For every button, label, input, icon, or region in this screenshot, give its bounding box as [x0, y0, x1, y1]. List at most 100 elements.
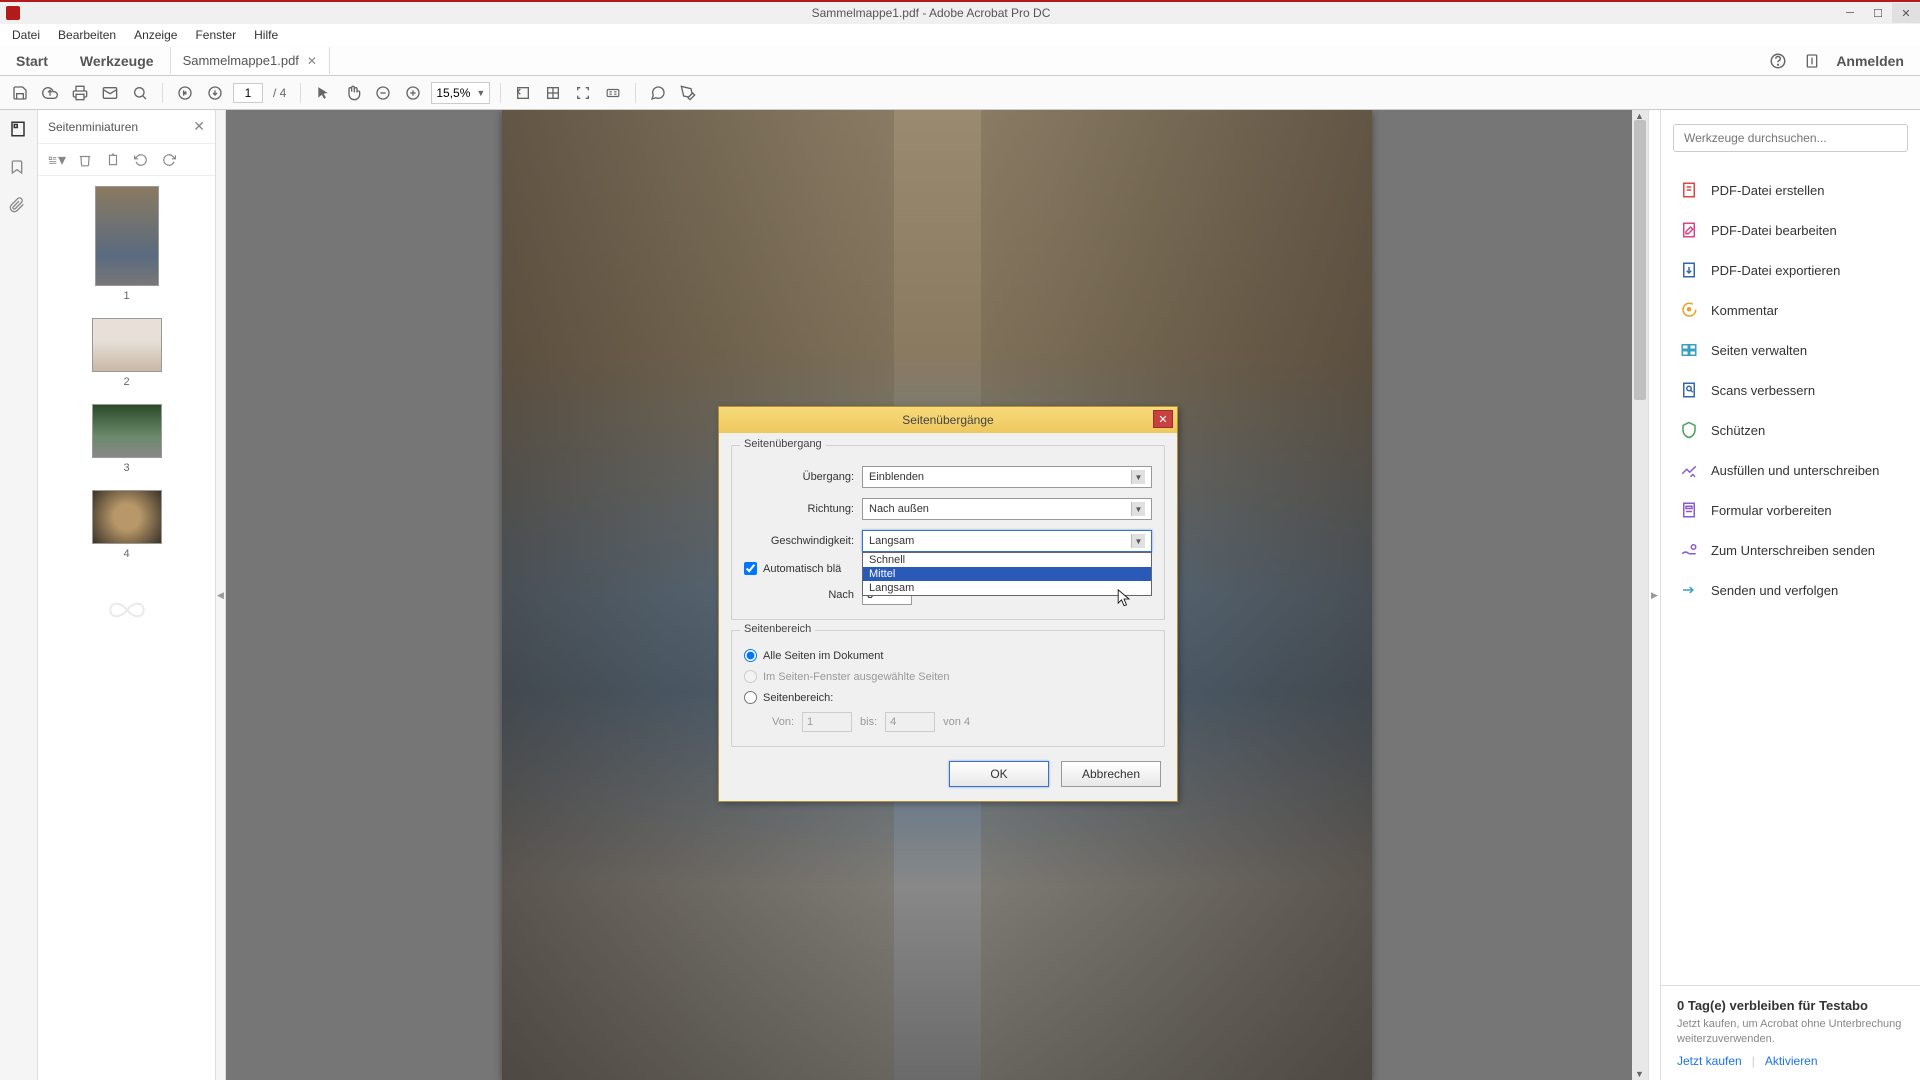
tool-item-pdf-datei-bearbeiten[interactable]: PDF-Datei bearbeiten — [1661, 210, 1920, 250]
tool-label: PDF-Datei erstellen — [1711, 183, 1824, 198]
tool-icon — [1679, 500, 1699, 520]
next-page-icon[interactable] — [203, 81, 227, 105]
cloud-icon[interactable] — [38, 81, 62, 105]
close-tab-icon[interactable]: ✕ — [307, 54, 317, 68]
page-number-input[interactable] — [233, 83, 263, 103]
highlight-icon[interactable] — [676, 81, 700, 105]
tool-item-zum-unterschreiben-senden[interactable]: Zum Unterschreiben senden — [1661, 530, 1920, 570]
scrollbar-thumb[interactable] — [1634, 120, 1646, 400]
thumbnail-page-4[interactable]: 4 — [38, 490, 215, 560]
tool-label: Ausfüllen und unterschreiben — [1711, 463, 1879, 478]
dialog-close-button[interactable]: ✕ — [1153, 410, 1173, 428]
tool-item-pdf-datei-exportieren[interactable]: PDF-Datei exportieren — [1661, 250, 1920, 290]
tool-icon — [1679, 460, 1699, 480]
minimize-button[interactable]: ─ — [1836, 3, 1864, 23]
transition-label: Übergang: — [744, 471, 854, 483]
login-link[interactable]: Anmelden — [1836, 53, 1904, 69]
tool-icon — [1679, 260, 1699, 280]
pointer-tool-icon[interactable] — [311, 81, 335, 105]
radio-all-label: Alle Seiten im Dokument — [763, 650, 883, 662]
fullscreen-icon[interactable] — [571, 81, 595, 105]
search-icon[interactable] — [128, 81, 152, 105]
thumb-undo-icon[interactable] — [132, 151, 150, 169]
print-icon[interactable] — [68, 81, 92, 105]
tab-tools[interactable]: Werkzeuge — [64, 47, 170, 75]
speed-option-fast[interactable]: Schnell — [863, 553, 1151, 567]
speed-option-slow[interactable]: Langsam — [863, 581, 1151, 595]
vertical-scrollbar[interactable]: ▲ ▼ — [1632, 110, 1648, 1080]
expand-right-handle[interactable]: ▶ — [1648, 110, 1660, 1080]
save-icon[interactable] — [8, 81, 32, 105]
menu-edit[interactable]: Bearbeiten — [50, 26, 124, 44]
to-label: bis: — [860, 716, 877, 728]
auto-flip-checkbox[interactable] — [744, 562, 757, 575]
buy-now-link[interactable]: Jetzt kaufen — [1677, 1054, 1742, 1068]
transition-select[interactable]: Einblenden ▼ — [862, 466, 1152, 488]
thumbnail-page-1[interactable]: 1 — [38, 186, 215, 302]
maximize-button[interactable]: ☐ — [1864, 3, 1892, 23]
direction-select[interactable]: Nach außen ▼ — [862, 498, 1152, 520]
chevron-down-icon: ▼ — [1131, 470, 1145, 484]
mail-icon[interactable] — [98, 81, 122, 105]
cancel-button[interactable]: Abbrechen — [1061, 761, 1161, 787]
page-total-label: / 4 — [269, 86, 290, 100]
zoom-in-icon[interactable] — [401, 81, 425, 105]
tool-icon — [1679, 380, 1699, 400]
from-label: Von: — [772, 716, 794, 728]
tool-item-pdf-datei-erstellen[interactable]: PDF-Datei erstellen — [1661, 170, 1920, 210]
read-mode-icon[interactable] — [601, 81, 625, 105]
thumb-rotate-icon[interactable] — [104, 151, 122, 169]
zoom-select[interactable]: 15,5%▼ — [431, 82, 490, 104]
notifications-icon[interactable] — [1802, 51, 1822, 71]
ok-button[interactable]: OK — [949, 761, 1049, 787]
thumbnail-page-3[interactable]: 3 — [38, 404, 215, 474]
thumb-delete-icon[interactable] — [76, 151, 94, 169]
tools-search-input[interactable] — [1673, 124, 1908, 152]
close-panel-icon[interactable]: ✕ — [193, 118, 205, 135]
thumbnails-panel: Seitenminiaturen ✕ ▾ 1 2 3 4 — [38, 110, 216, 1080]
speed-label: Geschwindigkeit: — [744, 535, 854, 547]
thumb-redo-icon[interactable] — [160, 151, 178, 169]
tool-item-senden-und-verfolgen[interactable]: Senden und verfolgen — [1661, 570, 1920, 610]
chevron-down-icon: ▼ — [1131, 502, 1145, 516]
thumb-options-icon[interactable]: ▾ — [48, 151, 66, 169]
fit-width-icon[interactable] — [511, 81, 535, 105]
hand-tool-icon[interactable] — [341, 81, 365, 105]
attachments-rail-icon[interactable] — [9, 196, 29, 216]
radio-page-range[interactable] — [744, 691, 757, 704]
dialog-title: Seitenübergänge — [902, 413, 993, 427]
tool-item-formular-vorbereiten[interactable]: Formular vorbereiten — [1661, 490, 1920, 530]
tool-item-sch-tzen[interactable]: Schützen — [1661, 410, 1920, 450]
tool-item-scans-verbessern[interactable]: Scans verbessern — [1661, 370, 1920, 410]
bookmarks-rail-icon[interactable] — [9, 158, 29, 178]
speed-select[interactable]: Langsam ▼ Schnell Mittel Langsam — [862, 530, 1152, 552]
menu-view[interactable]: Anzeige — [126, 26, 185, 44]
close-window-button[interactable]: ✕ — [1892, 3, 1920, 23]
window-title: Sammelmappe1.pdf - Adobe Acrobat Pro DC — [26, 6, 1836, 20]
thumbnail-page-2[interactable]: 2 — [38, 318, 215, 388]
promo-text: Jetzt kaufen, um Acrobat ohne Unterbrech… — [1677, 1017, 1904, 1046]
collapse-left-handle[interactable]: ◀ — [216, 110, 226, 1080]
tab-start[interactable]: Start — [0, 47, 64, 75]
menu-file[interactable]: Datei — [4, 26, 48, 44]
activate-link[interactable]: Aktivieren — [1765, 1054, 1818, 1068]
tab-document[interactable]: Sammelmappe1.pdf ✕ — [170, 47, 330, 74]
tool-label: Kommentar — [1711, 303, 1778, 318]
comment-icon[interactable] — [646, 81, 670, 105]
menu-help[interactable]: Hilfe — [246, 26, 286, 44]
radio-all-pages[interactable] — [744, 649, 757, 662]
fit-page-icon[interactable] — [541, 81, 565, 105]
menubar: Datei Bearbeiten Anzeige Fenster Hilfe — [0, 24, 1920, 46]
prev-page-icon[interactable] — [173, 81, 197, 105]
dialog-titlebar[interactable]: Seitenübergänge ✕ — [719, 407, 1177, 433]
thumbnails-rail-icon[interactable] — [9, 120, 29, 140]
help-icon[interactable] — [1768, 51, 1788, 71]
tool-item-seiten-verwalten[interactable]: Seiten verwalten — [1661, 330, 1920, 370]
scroll-down-icon[interactable]: ▼ — [1635, 1069, 1644, 1079]
tool-item-kommentar[interactable]: Kommentar — [1661, 290, 1920, 330]
speed-option-medium[interactable]: Mittel — [863, 567, 1151, 581]
tool-item-ausf-llen-und-unterschreiben[interactable]: Ausfüllen und unterschreiben — [1661, 450, 1920, 490]
zoom-out-icon[interactable] — [371, 81, 395, 105]
menu-window[interactable]: Fenster — [187, 26, 244, 44]
tool-label: Zum Unterschreiben senden — [1711, 543, 1875, 558]
